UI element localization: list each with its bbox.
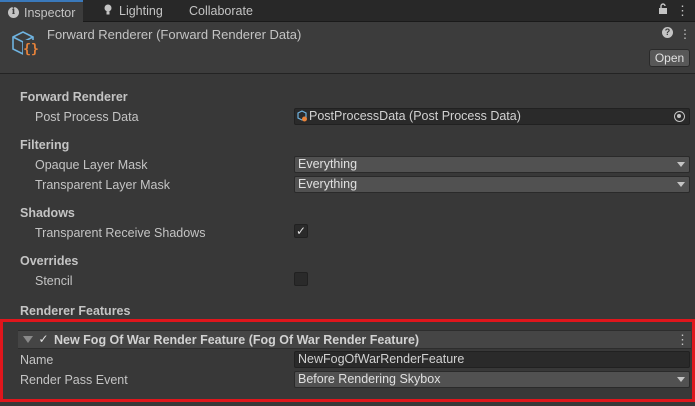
info-icon: i xyxy=(8,7,19,18)
feature-enabled-checkbox[interactable]: ✓ xyxy=(37,333,50,346)
post-process-field[interactable]: PostProcessData (Post Process Data) xyxy=(294,108,690,125)
renderer-feature-header[interactable]: ✓ New Fog Of War Render Feature (Fog Of … xyxy=(18,330,691,349)
stencil-label: Stencil xyxy=(35,274,73,288)
post-process-value: PostProcessData (Post Process Data) xyxy=(309,109,521,123)
renderer-feature-title: New Fog Of War Render Feature (Fog Of Wa… xyxy=(54,333,420,347)
dropdown-value: Everything xyxy=(298,177,358,191)
render-pass-event-dropdown[interactable]: Before Rendering Skybox xyxy=(294,371,690,388)
dropdown-value: Everything xyxy=(298,157,358,171)
kebab-menu-icon[interactable]: ⋮ xyxy=(676,3,689,19)
section-renderer-features: Renderer Features xyxy=(20,304,131,318)
svg-text:{}: {} xyxy=(23,42,39,57)
section-shadows: Shadows xyxy=(20,206,75,220)
inspector-header: {} Forward Renderer (Forward Renderer Da… xyxy=(0,22,695,74)
scriptable-object-icon: {} xyxy=(9,28,41,60)
kebab-menu-icon[interactable]: ⋮ xyxy=(676,332,689,348)
transparent-receive-shadows-checkbox[interactable]: ✓ xyxy=(294,224,308,238)
transparent-layer-mask-dropdown[interactable]: Everything xyxy=(294,176,690,193)
kebab-menu-icon[interactable]: ⋮ xyxy=(679,27,691,41)
inspector-title: Forward Renderer (Forward Renderer Data) xyxy=(47,27,302,42)
lightbulb-icon xyxy=(102,4,114,18)
asset-icon xyxy=(297,110,308,126)
transparent-layer-mask-label: Transparent Layer Mask xyxy=(35,178,171,192)
dropdown-value: Before Rendering Skybox xyxy=(298,372,441,386)
renderer-feature-highlight: ✓ New Fog Of War Render Feature (Fog Of … xyxy=(0,319,695,402)
section-overrides: Overrides xyxy=(20,254,79,268)
section-filtering: Filtering xyxy=(20,138,70,152)
open-button[interactable]: Open xyxy=(649,49,690,67)
tab-label: Inspector xyxy=(24,5,76,20)
chevron-down-icon xyxy=(677,162,685,167)
opaque-layer-mask-label: Opaque Layer Mask xyxy=(35,158,148,172)
tab-bar: i Inspector Lighting Collaborate ⋮ xyxy=(0,0,695,23)
chevron-down-icon xyxy=(677,377,685,382)
tab-label: Lighting xyxy=(119,4,163,18)
lock-icon[interactable] xyxy=(658,3,668,19)
chevron-down-icon xyxy=(677,182,685,187)
feature-name-input[interactable]: NewFogOfWarRenderFeature xyxy=(294,351,690,368)
transparent-receive-shadows-label: Transparent Receive Shadows xyxy=(35,226,206,240)
checkmark-icon: ✓ xyxy=(295,224,307,238)
tab-collaborate[interactable]: Collaborate xyxy=(181,0,261,22)
feature-name-label: Name xyxy=(20,353,54,367)
tab-lighting[interactable]: Lighting xyxy=(94,0,171,22)
tab-label: Collaborate xyxy=(189,4,253,18)
post-process-label: Post Process Data xyxy=(35,110,139,124)
opaque-layer-mask-dropdown[interactable]: Everything xyxy=(294,156,690,173)
object-picker-icon[interactable] xyxy=(674,111,685,122)
stencil-checkbox[interactable] xyxy=(294,272,308,286)
section-forward-renderer: Forward Renderer xyxy=(20,90,128,104)
render-pass-event-label: Render Pass Event xyxy=(20,373,128,387)
help-icon[interactable]: ? xyxy=(662,27,673,38)
tab-inspector[interactable]: i Inspector xyxy=(0,0,84,23)
foldout-arrow-icon[interactable] xyxy=(23,336,33,343)
